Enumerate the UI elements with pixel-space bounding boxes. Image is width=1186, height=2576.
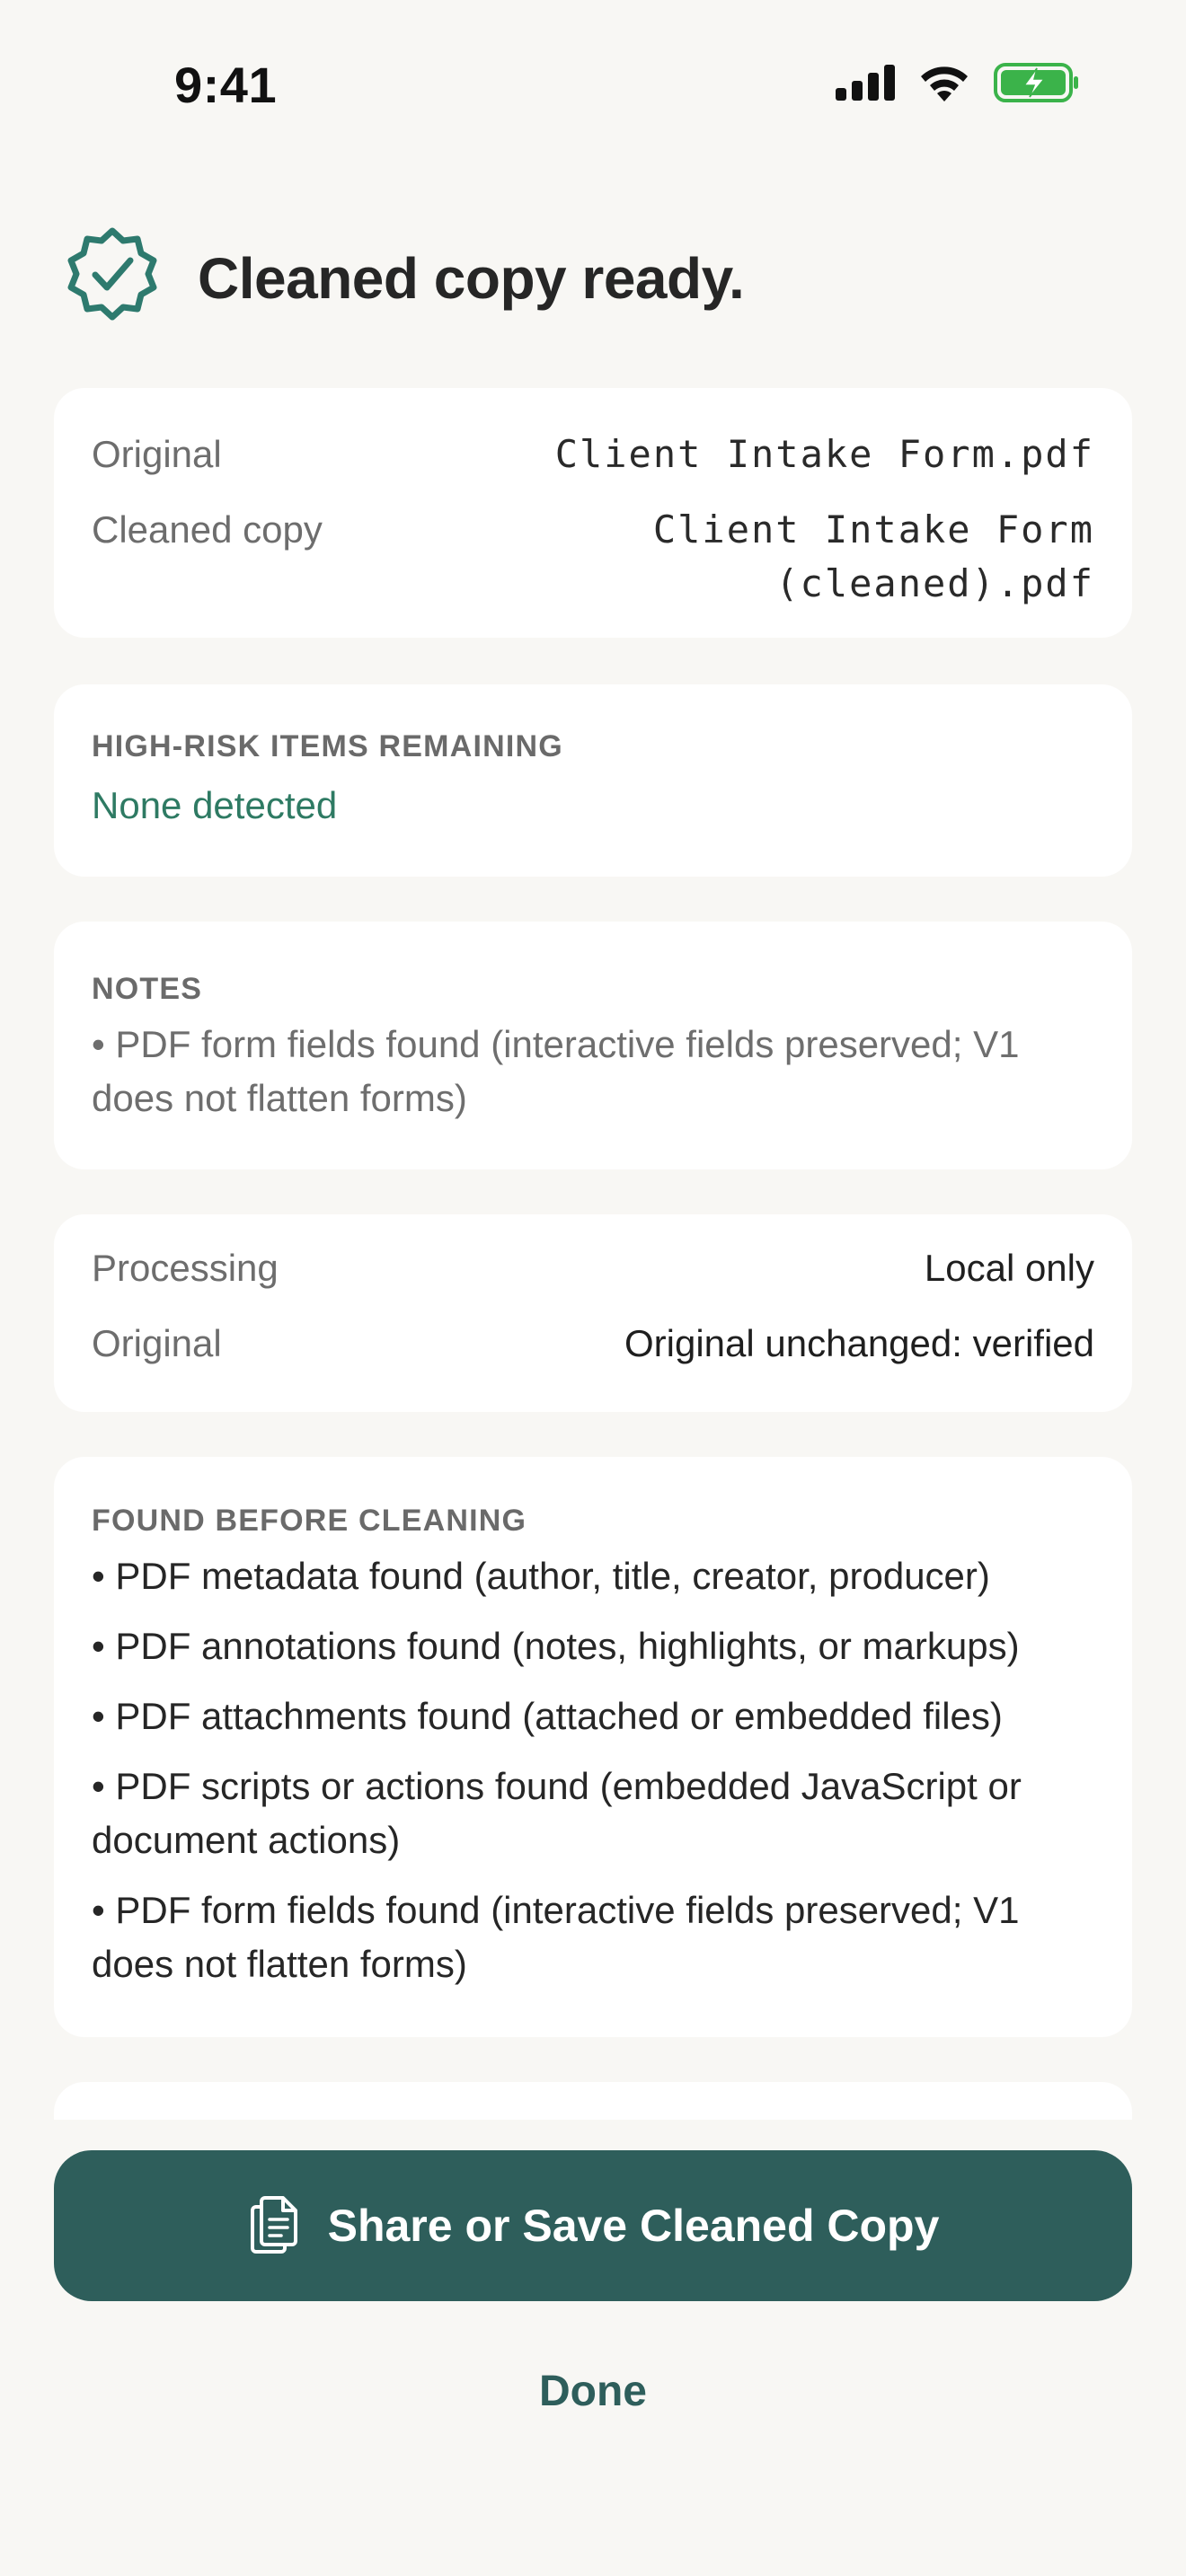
cleaned-file-name: Client Intake Form (cleaned).pdf <box>653 503 1094 611</box>
result-header: Cleaned copy ready. <box>59 225 745 331</box>
found-before-label: FOUND BEFORE CLEANING <box>92 1504 527 1538</box>
battery-charging-icon <box>994 63 1080 107</box>
notes-item: • PDF form fields found (interactive fie… <box>92 1023 1020 1119</box>
share-save-button[interactable]: Share or Save Cleaned Copy <box>54 2150 1132 2301</box>
status-time: 9:41 <box>174 57 278 113</box>
processing-card: Processing Local only Original Original … <box>54 1214 1132 1412</box>
status-bar: 9:41 <box>0 0 1186 171</box>
found-item: • PDF metadata found (author, title, cre… <box>92 1555 990 1597</box>
original-file-label: Original <box>92 433 222 475</box>
processing-row: Processing Local only <box>92 1247 1094 1290</box>
files-card: Original Client Intake Form.pdf Cleaned … <box>54 388 1132 638</box>
page-title: Cleaned copy ready. <box>198 246 745 311</box>
found-before-card: FOUND BEFORE CLEANING • PDF metadata fou… <box>54 1457 1132 2037</box>
found-item: • PDF attachments found (attached or emb… <box>92 1695 1003 1737</box>
original-status-row: Original Original unchanged: verified <box>92 1322 1094 1365</box>
original-status-label: Original <box>92 1322 222 1364</box>
cellular-signal-icon <box>836 65 895 105</box>
processing-value: Local only <box>924 1247 1094 1289</box>
done-button[interactable]: Done <box>503 2355 683 2427</box>
documents-icon <box>247 2194 299 2258</box>
notes-label: NOTES <box>92 972 203 1006</box>
found-item: • PDF annotations found (notes, highligh… <box>92 1625 1020 1667</box>
original-file-row: Original Client Intake Form.pdf <box>92 428 1094 481</box>
original-status-value: Original unchanged: verified <box>624 1322 1094 1364</box>
cleaned-file-name-line-1: Client Intake Form <box>652 507 1094 551</box>
cleaned-file-row: Cleaned copy Client Intake Form (cleaned… <box>92 503 1094 611</box>
cleaned-file-name-line-2: (cleaned).pdf <box>775 561 1094 605</box>
found-item: • PDF form fields found (interactive fie… <box>92 1889 1020 1985</box>
found-item: • PDF scripts or actions found (embedded… <box>92 1765 1022 1861</box>
original-file-name: Client Intake Form.pdf <box>554 432 1094 476</box>
share-save-label: Share or Save Cleaned Copy <box>327 2201 940 2251</box>
high-risk-label: HIGH-RISK ITEMS REMAINING <box>92 729 563 763</box>
high-risk-card: HIGH-RISK ITEMS REMAINING None detected <box>54 684 1132 877</box>
wifi-icon <box>918 64 970 106</box>
processing-label: Processing <box>92 1247 279 1289</box>
notes-card: NOTES • PDF form fields found (interacti… <box>54 922 1132 1169</box>
cleaned-file-label: Cleaned copy <box>92 508 323 551</box>
high-risk-status: None detected <box>92 784 338 826</box>
verified-badge-icon <box>59 225 165 331</box>
status-icons <box>836 63 1080 107</box>
